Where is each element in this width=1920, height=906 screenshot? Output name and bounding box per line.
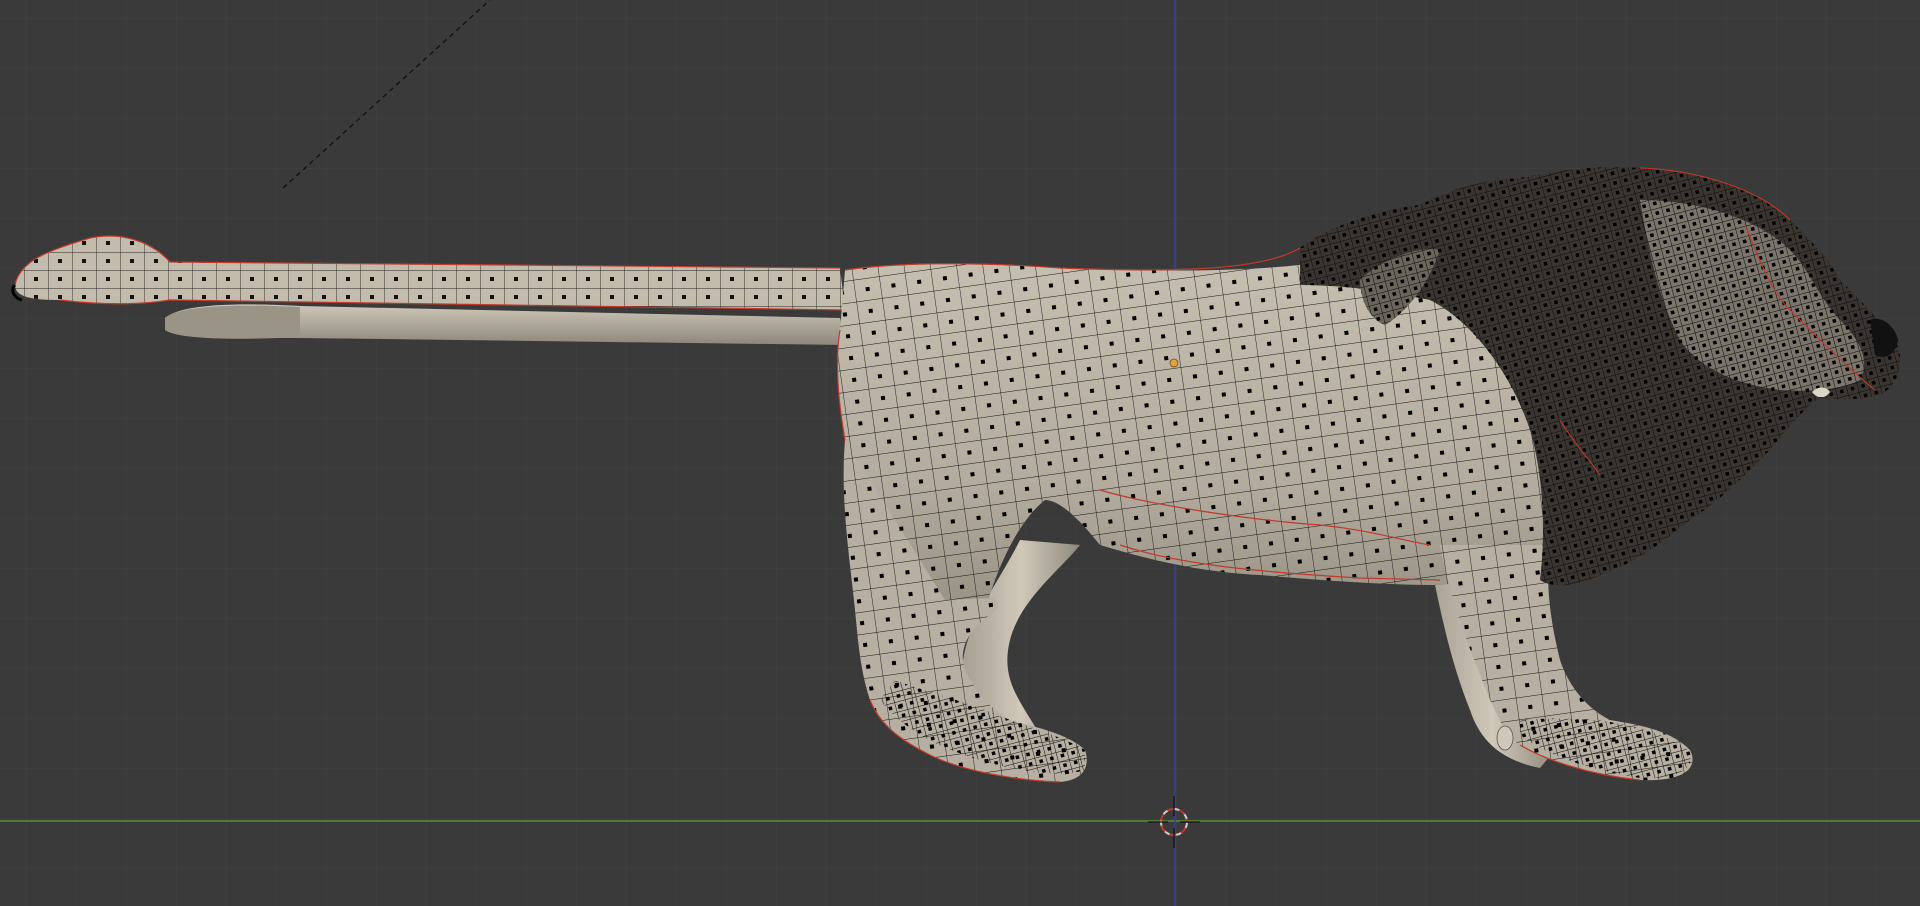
viewport-canvas[interactable] xyxy=(0,0,1920,906)
object-origin-icon[interactable] xyxy=(1169,358,1179,368)
3d-viewport[interactable] xyxy=(0,0,1920,906)
tail-tip-shadow xyxy=(165,305,300,339)
